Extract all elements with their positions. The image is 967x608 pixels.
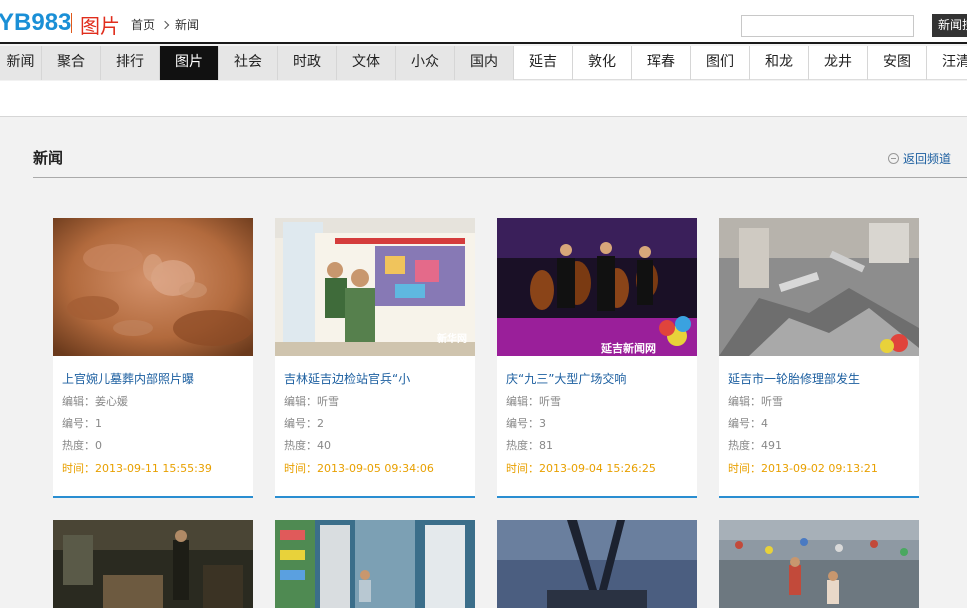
nav-item-antu[interactable]: 安图 [868,46,927,80]
photo-card-number: 编号：2 [284,417,324,430]
nav-item-aggregate[interactable]: 聚合 [42,46,101,80]
photo-thumbnail[interactable]: 延吉新闻网 [497,218,697,356]
breadcrumb: 首页 新闻 [131,16,201,33]
nav-item-pictures[interactable]: 图片 [160,46,219,80]
section-divider [33,177,967,178]
photo-card-heat: 热度：81 [506,439,553,452]
photo-card-title[interactable]: 上官婉儿墓葬内部照片曝 [62,370,247,387]
photo-card-editor: 编辑：听雪 [728,395,783,408]
photo-thumbnail[interactable] [275,520,475,608]
photo-card[interactable]: 上官婉儿墓葬内部照片曝 编辑：姜心媛 编号：1 热度：0 时间：2013-09-… [53,218,253,498]
chevron-right-icon [160,20,170,30]
nav-item-news[interactable]: 新闻 [0,46,42,80]
photo-card-time: 时间：2013-09-11 15:55:39 [62,462,212,475]
logo-divider [71,13,72,33]
photo-card[interactable]: 延吉新闻网 庆“九三”大型广场交响 编辑：听雪 编号：3 热度：81 时间：20… [497,218,697,498]
photo-card-title[interactable]: 吉林延吉边检站官兵“小 [284,370,469,387]
search-input[interactable] [741,15,914,37]
photo-card-heat: 热度：0 [62,439,102,452]
svg-text:新华网: 新华网 [437,332,467,345]
photo-thumbnail[interactable] [719,520,919,608]
nav-item-helong[interactable]: 和龙 [750,46,809,80]
photo-card-time: 时间：2013-09-04 15:26:25 [506,462,656,475]
nav-item-politics[interactable]: 时政 [278,46,337,80]
svg-text:延吉新闻网: 延吉新闻网 [600,341,656,355]
section-title: 新闻 [33,149,64,167]
nav-item-wangqing[interactable]: 汪清 [927,46,967,80]
photo-card-heat: 热度：491 [728,439,782,452]
nav-item-yanji[interactable]: 延吉 [514,46,573,80]
site-header: YB983 图片 首页 新闻 新闻搜 [0,0,967,44]
photo-thumbnail[interactable] [53,218,253,356]
back-circle-icon [888,153,899,164]
channel-logo[interactable]: 图片 [80,10,120,39]
photo-card-heat: 热度：40 [284,439,331,452]
back-link-label: 返回频道 [903,152,952,166]
back-to-channel-link[interactable]: 返回频道 [888,150,951,167]
channel-nav: 新闻 聚合 排行 图片 社会 时政 文体 小众 国内 延吉 敦化 珲春 图们 和… [0,46,967,80]
breadcrumb-current[interactable]: 新闻 [175,18,199,32]
photo-card[interactable]: 新华网 吉林延吉边检站官兵“小 编辑：听雪 编号：2 热度：40 时间：2013… [275,218,475,498]
photo-thumbnail[interactable] [497,520,697,608]
nav-item-domestic[interactable]: 国内 [455,46,514,80]
photo-thumbnail[interactable] [719,218,919,356]
photo-card-number: 编号：4 [728,417,768,430]
nav-item-society[interactable]: 社会 [219,46,278,80]
photo-card-editor: 编辑：姜心媛 [62,395,128,408]
site-logo[interactable]: YB983 [0,9,71,37]
nav-item-ranking[interactable]: 排行 [101,46,160,80]
nav-item-culture-sports[interactable]: 文体 [337,46,396,80]
breadcrumb-home[interactable]: 首页 [131,18,155,32]
photo-card-editor: 编辑：听雪 [284,395,339,408]
photo-card-time: 时间：2013-09-05 09:34:06 [284,462,434,475]
nav-item-dunhua[interactable]: 敦化 [573,46,632,80]
photo-card[interactable]: 延吉市一轮胎修理部发生 编辑：听雪 编号：4 热度：491 时间：2013-09… [719,218,919,498]
nav-item-niche[interactable]: 小众 [396,46,455,80]
nav-spacer [0,81,967,117]
search-button[interactable]: 新闻搜 [932,14,967,37]
nav-item-longjing[interactable]: 龙井 [809,46,868,80]
photo-card-title[interactable]: 庆“九三”大型广场交响 [506,370,691,387]
photo-card-number: 编号：1 [62,417,102,430]
nav-item-hunchun[interactable]: 珲春 [632,46,691,80]
photo-card-time: 时间：2013-09-02 09:13:21 [728,462,878,475]
photo-thumbnail[interactable] [53,520,253,608]
photo-card-title[interactable]: 延吉市一轮胎修理部发生 [728,370,913,387]
photo-card-editor: 编辑：听雪 [506,395,561,408]
nav-item-tumen[interactable]: 图们 [691,46,750,80]
photo-card-number: 编号：3 [506,417,546,430]
photo-thumbnail[interactable]: 新华网 [275,218,475,356]
